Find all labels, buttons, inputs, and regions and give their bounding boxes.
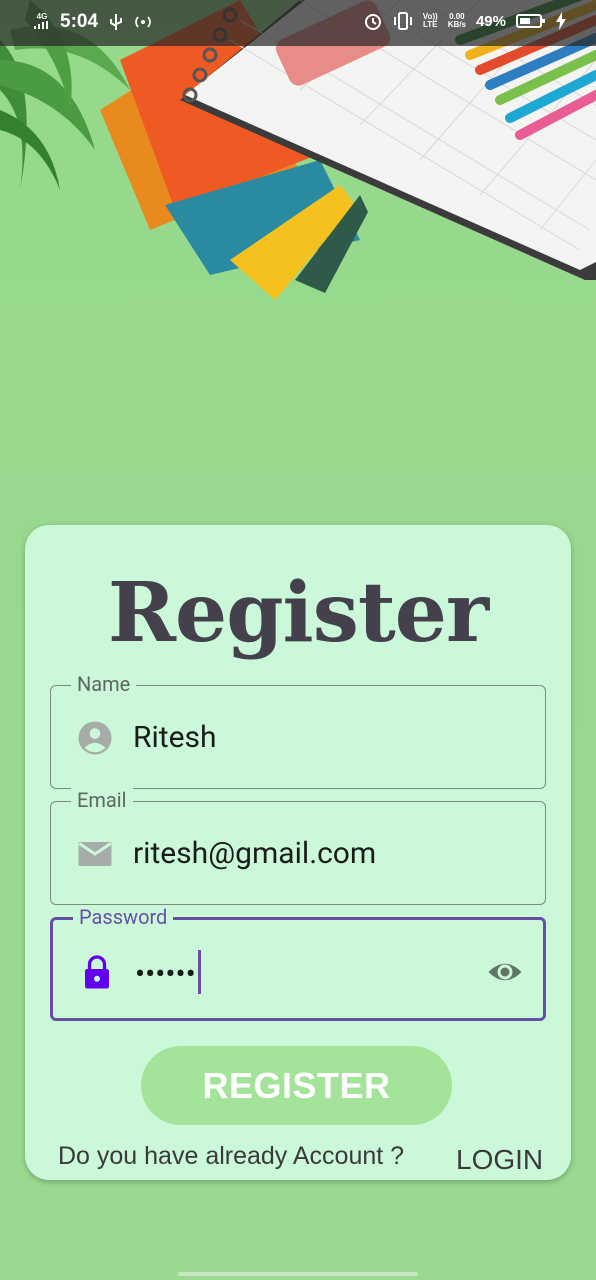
- speed-unit: KB/s: [447, 20, 466, 29]
- volte-indicator: Vo)) LTE: [423, 13, 438, 29]
- net-speed: 0.00 KB/s: [448, 13, 466, 29]
- alarm-icon: [364, 14, 381, 30]
- register-button[interactable]: REGISTER: [141, 1046, 452, 1125]
- page-title: Register: [107, 565, 489, 661]
- battery-percent: 49%: [475, 12, 506, 30]
- signal-icon: [34, 21, 48, 29]
- network-indicator: 4G: [34, 13, 50, 31]
- home-indicator[interactable]: [178, 1272, 418, 1276]
- password-dots: ••••••: [135, 956, 196, 992]
- status-right: Vo)) LTE 0.00 KB/s 49%: [363, 11, 566, 31]
- email-icon: [78, 842, 112, 866]
- email-field[interactable]: Email ritesh@gmail.com: [50, 788, 546, 905]
- network-type: 4G: [36, 12, 48, 21]
- account-circle-icon: [78, 721, 112, 755]
- battery-icon: [516, 14, 545, 28]
- volte-bottom: LTE: [422, 20, 438, 29]
- name-label: Name: [71, 672, 137, 696]
- password-field[interactable]: Password ••••••: [50, 905, 546, 1021]
- login-link[interactable]: LOGIN: [456, 1144, 543, 1176]
- stationery-illustration: [0, 0, 596, 300]
- hotspot-icon: [135, 16, 151, 28]
- vibrate-icon: [393, 12, 412, 30]
- email-label: Email: [71, 788, 133, 812]
- password-input[interactable]: ••••••: [135, 950, 201, 998]
- clock: 5:04: [60, 11, 99, 32]
- email-input[interactable]: ritesh@gmail.com: [133, 836, 376, 871]
- text-cursor: [197, 950, 201, 994]
- status-left: 4G 5:04: [34, 11, 152, 33]
- status-bar: 4G 5:04 Vo)) LTE 0.00 KB/s 49%: [0, 0, 596, 46]
- password-label: Password: [73, 905, 174, 929]
- usb-icon: [110, 14, 123, 30]
- name-input[interactable]: Ritesh: [133, 720, 217, 755]
- visibility-eye-icon[interactable]: [485, 954, 525, 990]
- account-prompt-text: Do you have already Account ?: [58, 1142, 405, 1170]
- lock-icon: [85, 955, 109, 989]
- name-field[interactable]: Name Ritesh: [50, 672, 546, 789]
- register-card: Register Name Ritesh Email ritesh@gmail.…: [25, 525, 571, 1180]
- charging-icon: [556, 12, 566, 30]
